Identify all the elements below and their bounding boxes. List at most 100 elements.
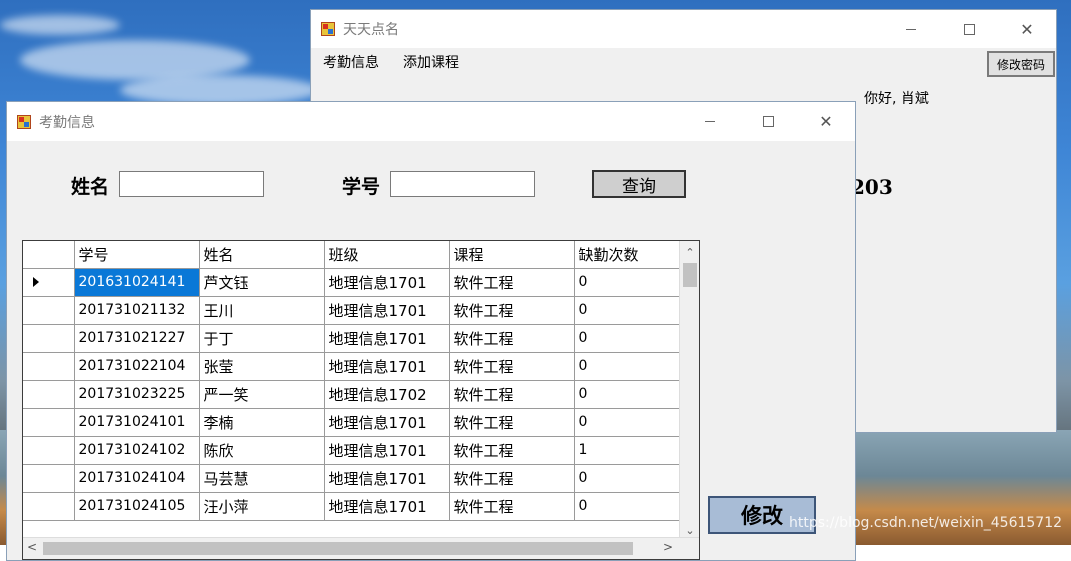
scroll-left-icon[interactable]: < bbox=[27, 540, 37, 554]
maximize-button[interactable] bbox=[739, 102, 797, 140]
cell-name[interactable]: 汪小萍 bbox=[199, 492, 325, 521]
cell-absences[interactable]: 0 bbox=[574, 324, 680, 353]
cell-absences[interactable]: 0 bbox=[574, 296, 680, 325]
watermark-text: https://blog.csdn.net/weixin_45615712 bbox=[789, 515, 1063, 531]
cell-course[interactable]: 软件工程 bbox=[449, 408, 575, 437]
cell-name[interactable]: 马芸慧 bbox=[199, 464, 325, 493]
cell-student-id[interactable]: 201731021227 bbox=[74, 324, 200, 353]
cell-absences[interactable]: 0 bbox=[574, 380, 680, 409]
cell-course[interactable]: 软件工程 bbox=[449, 296, 575, 325]
cell-course[interactable]: 软件工程 bbox=[449, 324, 575, 353]
cell-student-id[interactable]: 201731021132 bbox=[74, 296, 200, 325]
attendance-window-title: 考勤信息 bbox=[39, 114, 95, 131]
cell-course[interactable]: 软件工程 bbox=[449, 380, 575, 409]
column-header-absences[interactable]: 缺勤次数 bbox=[574, 241, 680, 269]
row-header-corner bbox=[23, 241, 75, 269]
main-window-titlebar[interactable]: 天天点名 ✕ bbox=[311, 10, 1056, 48]
cell-absences[interactable]: 0 bbox=[574, 492, 680, 521]
column-header-name[interactable]: 姓名 bbox=[199, 241, 325, 269]
table-row[interactable]: 201731022104 张莹 地理信息1701 软件工程 0 bbox=[23, 352, 680, 381]
change-password-button[interactable]: 修改密码 bbox=[987, 51, 1055, 77]
query-button[interactable]: 查询 bbox=[592, 170, 686, 198]
attendance-grid[interactable]: 学号 姓名 班级 课程 缺勤次数 201631024141 芦文钰 地理信息1701… bbox=[22, 240, 700, 560]
row-header[interactable] bbox=[23, 408, 75, 437]
cell-course[interactable]: 软件工程 bbox=[449, 464, 575, 493]
row-header[interactable] bbox=[23, 268, 75, 297]
close-button[interactable]: ✕ bbox=[797, 102, 855, 140]
cell-name[interactable]: 张莹 bbox=[199, 352, 325, 381]
cell-class[interactable]: 地理信息1701 bbox=[324, 324, 450, 353]
table-row[interactable]: 201731024102 陈欣 地理信息1701 软件工程 1 bbox=[23, 436, 680, 465]
close-icon: ✕ bbox=[1020, 19, 1034, 39]
close-button[interactable]: ✕ bbox=[998, 10, 1056, 48]
cell-name[interactable]: 陈欣 bbox=[199, 436, 325, 465]
column-header-class[interactable]: 班级 bbox=[324, 241, 450, 269]
attendance-window-titlebar[interactable]: 考勤信息 ✕ bbox=[7, 102, 855, 141]
table-row[interactable]: 201631024141 芦文钰 地理信息1701 软件工程 0 bbox=[23, 268, 680, 297]
close-icon: ✕ bbox=[819, 111, 833, 131]
cell-name[interactable]: 于丁 bbox=[199, 324, 325, 353]
cell-class[interactable]: 地理信息1701 bbox=[324, 352, 450, 381]
cell-name[interactable]: 芦文钰 bbox=[199, 268, 325, 297]
partial-number-label: 203 bbox=[851, 175, 893, 199]
row-header[interactable] bbox=[23, 380, 75, 409]
cell-student-id[interactable]: 201731023225 bbox=[74, 380, 200, 409]
column-header-student-id[interactable]: 学号 bbox=[74, 241, 200, 269]
cell-absences[interactable]: 1 bbox=[574, 436, 680, 465]
cell-class[interactable]: 地理信息1701 bbox=[324, 296, 450, 325]
table-row[interactable]: 201731021227 于丁 地理信息1701 软件工程 0 bbox=[23, 324, 680, 353]
cell-student-id[interactable]: 201731024102 bbox=[74, 436, 200, 465]
cell-absences[interactable]: 0 bbox=[574, 268, 680, 297]
horizontal-scrollbar[interactable]: < > bbox=[23, 537, 699, 559]
row-header[interactable] bbox=[23, 296, 75, 325]
vertical-scroll-thumb[interactable] bbox=[683, 263, 697, 287]
cell-class[interactable]: 地理信息1702 bbox=[324, 380, 450, 409]
minimize-button[interactable] bbox=[681, 102, 739, 140]
minimize-button[interactable] bbox=[882, 10, 940, 48]
horizontal-scroll-thumb[interactable] bbox=[43, 542, 633, 555]
scroll-up-icon[interactable]: ⌃ bbox=[680, 243, 699, 261]
greeting-label: 你好, 肖斌 bbox=[864, 91, 929, 107]
table-row[interactable]: 201731023225 严一笑 地理信息1702 软件工程 0 bbox=[23, 380, 680, 409]
table-row[interactable]: 201731024105 汪小萍 地理信息1701 软件工程 0 bbox=[23, 492, 680, 521]
table-row[interactable]: 201731024104 马芸慧 地理信息1701 软件工程 0 bbox=[23, 464, 680, 493]
row-header[interactable] bbox=[23, 436, 75, 465]
cell-class[interactable]: 地理信息1701 bbox=[324, 436, 450, 465]
cell-class[interactable]: 地理信息1701 bbox=[324, 268, 450, 297]
cell-name[interactable]: 李楠 bbox=[199, 408, 325, 437]
cell-class[interactable]: 地理信息1701 bbox=[324, 464, 450, 493]
cell-absences[interactable]: 0 bbox=[574, 408, 680, 437]
scroll-right-icon[interactable]: > bbox=[663, 540, 673, 554]
menu-add-course[interactable]: 添加课程 bbox=[403, 52, 459, 72]
cell-course[interactable]: 软件工程 bbox=[449, 352, 575, 381]
vertical-scrollbar[interactable]: ⌃ ⌄ bbox=[679, 241, 699, 539]
cell-course[interactable]: 软件工程 bbox=[449, 268, 575, 297]
column-header-course[interactable]: 课程 bbox=[449, 241, 575, 269]
menu-attendance[interactable]: 考勤信息 bbox=[323, 52, 379, 72]
row-header[interactable] bbox=[23, 324, 75, 353]
cell-student-id[interactable]: 201731024105 bbox=[74, 492, 200, 521]
cell-student-id[interactable]: 201731024101 bbox=[74, 408, 200, 437]
cell-absences[interactable]: 0 bbox=[574, 464, 680, 493]
cell-course[interactable]: 软件工程 bbox=[449, 436, 575, 465]
app-icon bbox=[321, 22, 335, 36]
table-row[interactable]: 201731024101 李楠 地理信息1701 软件工程 0 bbox=[23, 408, 680, 437]
cell-name[interactable]: 王川 bbox=[199, 296, 325, 325]
cell-course[interactable]: 软件工程 bbox=[449, 492, 575, 521]
maximize-button[interactable] bbox=[940, 10, 998, 48]
cell-class[interactable]: 地理信息1701 bbox=[324, 408, 450, 437]
row-header[interactable] bbox=[23, 464, 75, 493]
cell-absences[interactable]: 0 bbox=[574, 352, 680, 381]
attendance-window: 考勤信息 ✕ 姓名 学号 查询 学号 姓名 班级 课程 缺勤次数 2016310… bbox=[6, 101, 856, 561]
student-id-label: 学号 bbox=[342, 176, 381, 198]
cell-student-id[interactable]: 201631024141 bbox=[74, 268, 200, 297]
name-input[interactable] bbox=[119, 171, 264, 197]
cell-class[interactable]: 地理信息1701 bbox=[324, 492, 450, 521]
row-header[interactable] bbox=[23, 352, 75, 381]
row-header[interactable] bbox=[23, 492, 75, 521]
cell-student-id[interactable]: 201731022104 bbox=[74, 352, 200, 381]
table-row[interactable]: 201731021132 王川 地理信息1701 软件工程 0 bbox=[23, 296, 680, 325]
cell-student-id[interactable]: 201731024104 bbox=[74, 464, 200, 493]
cell-name[interactable]: 严一笑 bbox=[199, 380, 325, 409]
student-id-input[interactable] bbox=[390, 171, 535, 197]
